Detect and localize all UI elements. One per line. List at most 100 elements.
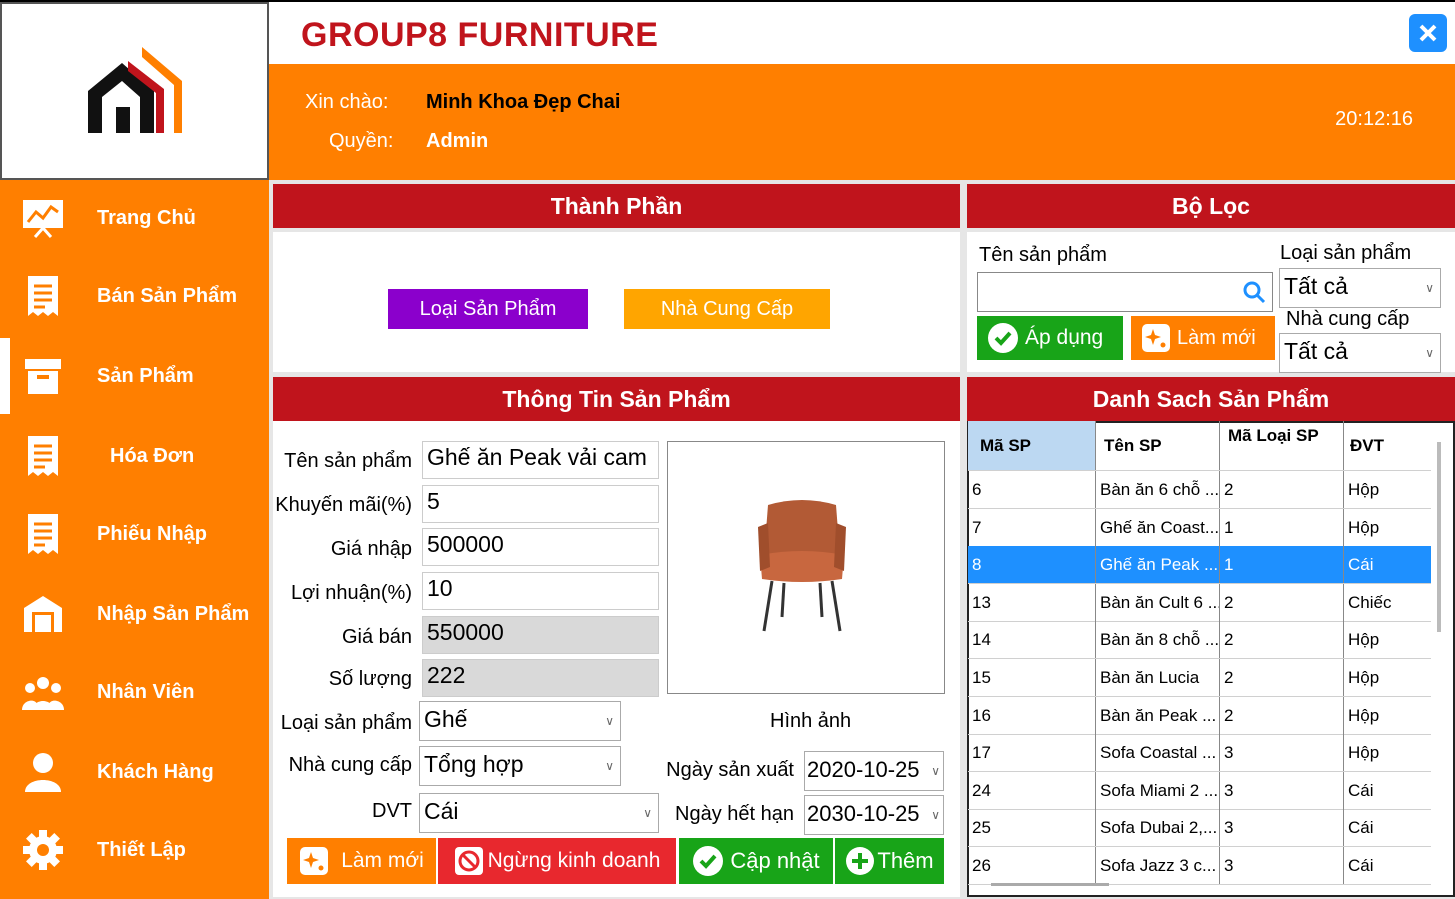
mfg-date-label: Ngày sản xuất: [666, 759, 794, 781]
table-cell: Bàn ăn 8 chỗ ...: [1096, 621, 1220, 659]
sidebar-item-invoices[interactable]: Hóa Đơn: [0, 418, 269, 494]
profit-input[interactable]: 10: [422, 572, 659, 610]
mfg-date-picker[interactable]: 2020-10-25 ∨: [804, 751, 944, 791]
sidebar-item-label: Phiếu Nhập: [97, 522, 208, 545]
profit-label: Lợi nhuận(%): [291, 582, 412, 604]
sidebar-item-import-slips[interactable]: Phiếu Nhập: [0, 496, 269, 572]
user-icon: [20, 749, 66, 795]
table-cell: 3: [1220, 771, 1344, 809]
filter-supplier-select[interactable]: Tất cả ∨: [1279, 333, 1441, 373]
table-row[interactable]: 15 Bàn ăn Lucia 2 Hộp: [968, 659, 1431, 697]
table-cell: Bàn ăn 6 chỗ ...: [1096, 471, 1220, 508]
product-info-title: Thông Tin Sản Phẩm: [273, 377, 960, 421]
main-content: Thành Phần Loại Sản Phẩm Nhà Cung Cấp Bộ…: [269, 180, 1455, 899]
sidebar-item-customers[interactable]: Khách Hàng: [0, 734, 269, 810]
filter-category-label: Loại sản phẩm: [1280, 242, 1412, 264]
update-button[interactable]: Cập nhật: [679, 838, 833, 884]
table-cell: Ghế ăn Coast...: [1096, 508, 1220, 546]
import-price-input[interactable]: 500000: [422, 528, 659, 566]
table-cell: Hộp: [1348, 480, 1380, 499]
filter-name-label: Tên sản phẩm: [979, 244, 1107, 266]
table-row[interactable]: 14 Bàn ăn 8 chỗ ... 2 Hộp: [968, 621, 1431, 660]
discount-label: Khuyến mãi(%): [275, 494, 412, 516]
sidebar-item-label: Nhập Sản Phẩm: [97, 602, 250, 625]
column-header[interactable]: Mã Loại SP: [1220, 421, 1344, 470]
table-cell: 14: [968, 621, 1096, 659]
product-image[interactable]: [667, 441, 945, 694]
reset-filter-button[interactable]: Làm mới: [1131, 316, 1275, 360]
table-cell: Bàn ăn Peak ...: [1096, 696, 1220, 734]
plus-circle-icon: [845, 846, 875, 876]
chart-icon: [20, 195, 66, 241]
receipt-icon: [20, 433, 66, 479]
category-select[interactable]: Ghế ∨: [419, 701, 621, 741]
table-cell: Bàn ăn Cult 6 ...: [1096, 583, 1220, 621]
column-header[interactable]: ĐVT: [1344, 421, 1431, 470]
reset-button[interactable]: Làm mới: [287, 838, 436, 884]
clock: 20:12:16: [1335, 108, 1413, 130]
supplier-select[interactable]: Tổng hợp ∨: [419, 746, 621, 786]
table-row[interactable]: 17 Sofa Coastal ... 3 Hộp: [968, 734, 1431, 773]
table-row[interactable]: 16 Bàn ăn Peak ... 2 Hộp: [968, 696, 1431, 735]
add-button[interactable]: Thêm: [835, 838, 944, 884]
discontinue-button[interactable]: Ngừng kinh doanh: [438, 838, 676, 884]
sidebar-item-settings[interactable]: Thiết Lập: [0, 812, 269, 888]
sidebar-item-products[interactable]: Sản Phẩm: [0, 338, 269, 414]
chevron-down-icon: ∨: [1425, 346, 1434, 360]
exp-date-picker[interactable]: 2030-10-25 ∨: [804, 795, 944, 835]
table-row[interactable]: 25 Sofa Dubai 2,... 3 Cái: [968, 809, 1431, 848]
close-button[interactable]: [1409, 14, 1447, 52]
sidebar-item-import-products[interactable]: Nhập Sản Phẩm: [0, 576, 269, 652]
table-cell: 15: [968, 659, 1096, 696]
warehouse-icon: [20, 591, 66, 637]
name-label: Tên sản phẩm: [284, 450, 412, 472]
table-cell: 2: [1220, 621, 1344, 659]
table-horizontal-scrollbar[interactable]: [991, 883, 1109, 886]
discount-input[interactable]: 5: [422, 485, 659, 523]
unit-select[interactable]: Cái ∨: [419, 793, 659, 833]
table-cell: Cái: [1348, 818, 1374, 838]
sidebar-item-home[interactable]: Trang Chủ: [0, 180, 269, 256]
sale-price-input: 550000: [422, 616, 659, 654]
sidebar-item-sell[interactable]: Bán Sản Phẩm: [0, 258, 269, 334]
table-cell: 8: [968, 546, 1096, 584]
column-header[interactable]: Mã SP: [968, 421, 1096, 470]
table-row[interactable]: 26 Sofa Jazz 3 c... 3 Cái: [968, 847, 1431, 885]
table-cell: Cái: [1348, 780, 1374, 800]
table-cell: Hộp: [1348, 517, 1380, 537]
sidebar-item-label: Hóa Đơn: [110, 444, 195, 467]
supplier-label: Nhà cung cấp: [288, 754, 412, 776]
user-name: Minh Khoa Đẹp Chai: [426, 91, 621, 113]
table-cell: 1: [1220, 546, 1344, 584]
table-row[interactable]: 13 Bàn ăn Cult 6 ... 2 Chiếc: [968, 583, 1431, 622]
table-cell: Hộp: [1348, 630, 1380, 650]
table-cell: Sofa Miami 2 ...: [1096, 771, 1220, 809]
table-row[interactable]: 7 Ghế ăn Coast... 1 Hộp: [968, 508, 1431, 547]
sidebar-item-employees[interactable]: Nhân Viên: [0, 654, 269, 730]
table-row[interactable]: 8 Ghế ăn Peak ... 1 Cái: [968, 546, 1431, 585]
filter-name-input[interactable]: [977, 272, 1273, 312]
apply-filter-button[interactable]: Áp dụng: [977, 316, 1123, 360]
gear-icon: [20, 827, 66, 873]
table-vertical-scrollbar[interactable]: [1437, 442, 1441, 632]
column-header[interactable]: Tên SP: [1096, 421, 1220, 470]
table-cell: Sofa Dubai 2,...: [1096, 809, 1220, 847]
filter-panel-title: Bộ Lọc: [967, 184, 1455, 228]
table-row[interactable]: 24 Sofa Miami 2 ... 3 Cái: [968, 771, 1431, 810]
exp-date-label: Ngày hết hạn: [675, 803, 794, 825]
chevron-down-icon: ∨: [643, 806, 652, 820]
product-table[interactable]: Mã SP Tên SP Mã Loại SP ĐVT 6 Bàn ăn 6 ch…: [968, 421, 1431, 891]
category-button[interactable]: Loại Sản Phẩm: [388, 289, 588, 329]
role-label: Quyền:: [329, 130, 394, 152]
table-cell: 2: [1220, 696, 1344, 734]
table-cell: Chiếc: [1348, 592, 1392, 612]
check-circle-icon: [692, 845, 724, 877]
name-input[interactable]: Ghế ăn Peak vải cam: [422, 441, 659, 479]
supplier-button[interactable]: Nhà Cung Cấp: [624, 289, 830, 329]
table-row[interactable]: 6 Bàn ăn 6 chỗ ... 2 Hộp: [968, 471, 1431, 509]
table-cell: 16: [968, 696, 1096, 734]
filter-category-select[interactable]: Tất cả ∨: [1279, 268, 1441, 308]
sparkle-icon: [1141, 323, 1171, 353]
sale-price-label: Giá bán: [341, 626, 412, 648]
house-logo-icon: [87, 47, 182, 133]
